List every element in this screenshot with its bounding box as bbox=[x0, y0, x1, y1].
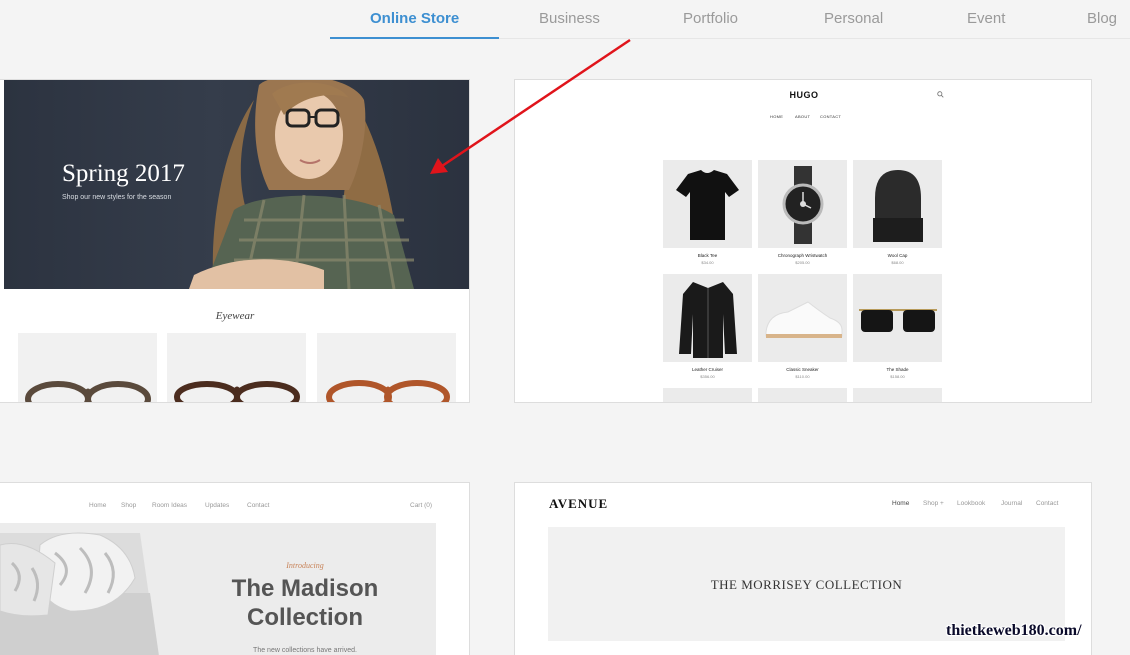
nav-shop[interactable]: Shop bbox=[121, 502, 136, 509]
hero-intro: Introducing bbox=[286, 561, 324, 570]
active-tab-indicator bbox=[330, 37, 499, 39]
tab-personal[interactable]: Personal bbox=[824, 10, 883, 27]
product-image[interactable] bbox=[758, 160, 847, 248]
cart-link[interactable]: Cart (0) bbox=[410, 502, 432, 509]
sunglasses-image bbox=[859, 309, 937, 332]
product-image[interactable] bbox=[758, 388, 847, 402]
tab-business[interactable]: Business bbox=[539, 10, 600, 27]
glasses-image bbox=[174, 381, 300, 402]
leather-jacket-image bbox=[679, 282, 737, 358]
sneaker-image bbox=[765, 301, 843, 338]
product-image[interactable] bbox=[853, 274, 942, 362]
tab-blog[interactable]: Blog bbox=[1087, 10, 1117, 27]
product-price: $205.00 bbox=[795, 260, 810, 265]
template-card-spring[interactable]: Spring 2017 Shop our new styles for the … bbox=[0, 79, 470, 403]
product-price: $34.00 bbox=[701, 260, 714, 265]
hero-banner: Spring 2017 Shop our new styles for the … bbox=[4, 80, 469, 289]
store-logo: HUGO bbox=[789, 90, 819, 100]
product-image[interactable] bbox=[663, 274, 752, 362]
nav-room-ideas[interactable]: Room Ideas bbox=[152, 502, 187, 509]
tshirt-image bbox=[676, 170, 739, 240]
tab-event[interactable]: Event bbox=[967, 10, 1005, 27]
nav-home[interactable]: HOME bbox=[770, 114, 783, 119]
product-price: $158.00 bbox=[890, 374, 905, 379]
eyewear-tile bbox=[167, 333, 306, 402]
nav-shop[interactable]: Shop + bbox=[923, 500, 944, 507]
eyewear-tile bbox=[317, 333, 456, 402]
product-name: Wool Cap bbox=[887, 253, 908, 258]
watch-image bbox=[782, 166, 824, 244]
product-name: The Shade bbox=[886, 367, 909, 372]
tab-online-store[interactable]: Online Store bbox=[370, 10, 459, 27]
product-name: Leather Cruiser bbox=[691, 367, 723, 372]
nav-contact[interactable]: Contact bbox=[1036, 500, 1058, 507]
product-image[interactable] bbox=[663, 160, 752, 248]
nav-contact[interactable]: CONTACT bbox=[820, 114, 841, 119]
nav-journal[interactable]: Journal bbox=[1001, 500, 1022, 507]
nav-lookbook[interactable]: Lookbook bbox=[957, 500, 985, 507]
nav-about[interactable]: ABOUT bbox=[795, 114, 810, 119]
hero-title-line2: Collection bbox=[246, 604, 363, 631]
store-logo: AVENUE bbox=[549, 496, 609, 511]
product-image[interactable] bbox=[758, 274, 847, 362]
product-image[interactable] bbox=[853, 160, 942, 248]
product-price: $356.00 bbox=[700, 374, 715, 379]
nav-contact[interactable]: Contact bbox=[247, 502, 269, 509]
product-price: $110.00 bbox=[795, 374, 810, 379]
search-icon[interactable] bbox=[937, 91, 944, 98]
nav-updates[interactable]: Updates bbox=[205, 502, 229, 509]
hero-title: Spring 2017 bbox=[62, 160, 185, 187]
nav-home[interactable]: Home bbox=[892, 500, 909, 507]
product-image[interactable] bbox=[853, 388, 942, 402]
glasses-image bbox=[25, 381, 151, 402]
product-price: $68.00 bbox=[891, 260, 904, 265]
watermark: thietkeweb180.com/ bbox=[946, 622, 1082, 639]
nav-home[interactable]: Home bbox=[89, 502, 106, 509]
wool-cap-image bbox=[873, 170, 923, 242]
glasses-image bbox=[326, 380, 450, 402]
banner-title: THE MORRISEY COLLECTION bbox=[710, 577, 903, 592]
template-card-hugo[interactable]: HUGO HOME ABOUT CONTACT Black Tee $34.00… bbox=[514, 79, 1092, 403]
section-title: Eyewear bbox=[215, 310, 255, 322]
hero-title-line1: The Madison bbox=[231, 575, 379, 602]
product-name: Classic Sneaker bbox=[786, 367, 819, 372]
hero-title: The Madison Collection bbox=[190, 574, 420, 632]
tab-portfolio[interactable]: Portfolio bbox=[683, 10, 738, 27]
hero-subtitle: The new collections have arrived. bbox=[253, 647, 357, 654]
product-name: Chronograph Wristwatch bbox=[777, 253, 828, 258]
template-card-madison[interactable]: Home Shop Room Ideas Updates Contact Car… bbox=[0, 482, 470, 655]
category-tabs: Online Store Business Portfolio Personal… bbox=[330, 0, 1130, 39]
product-image[interactable] bbox=[663, 388, 752, 402]
product-name: Black Tee bbox=[697, 253, 718, 258]
hero-subtitle: Shop our new styles for the season bbox=[62, 194, 172, 201]
eyewear-tile bbox=[18, 333, 157, 402]
